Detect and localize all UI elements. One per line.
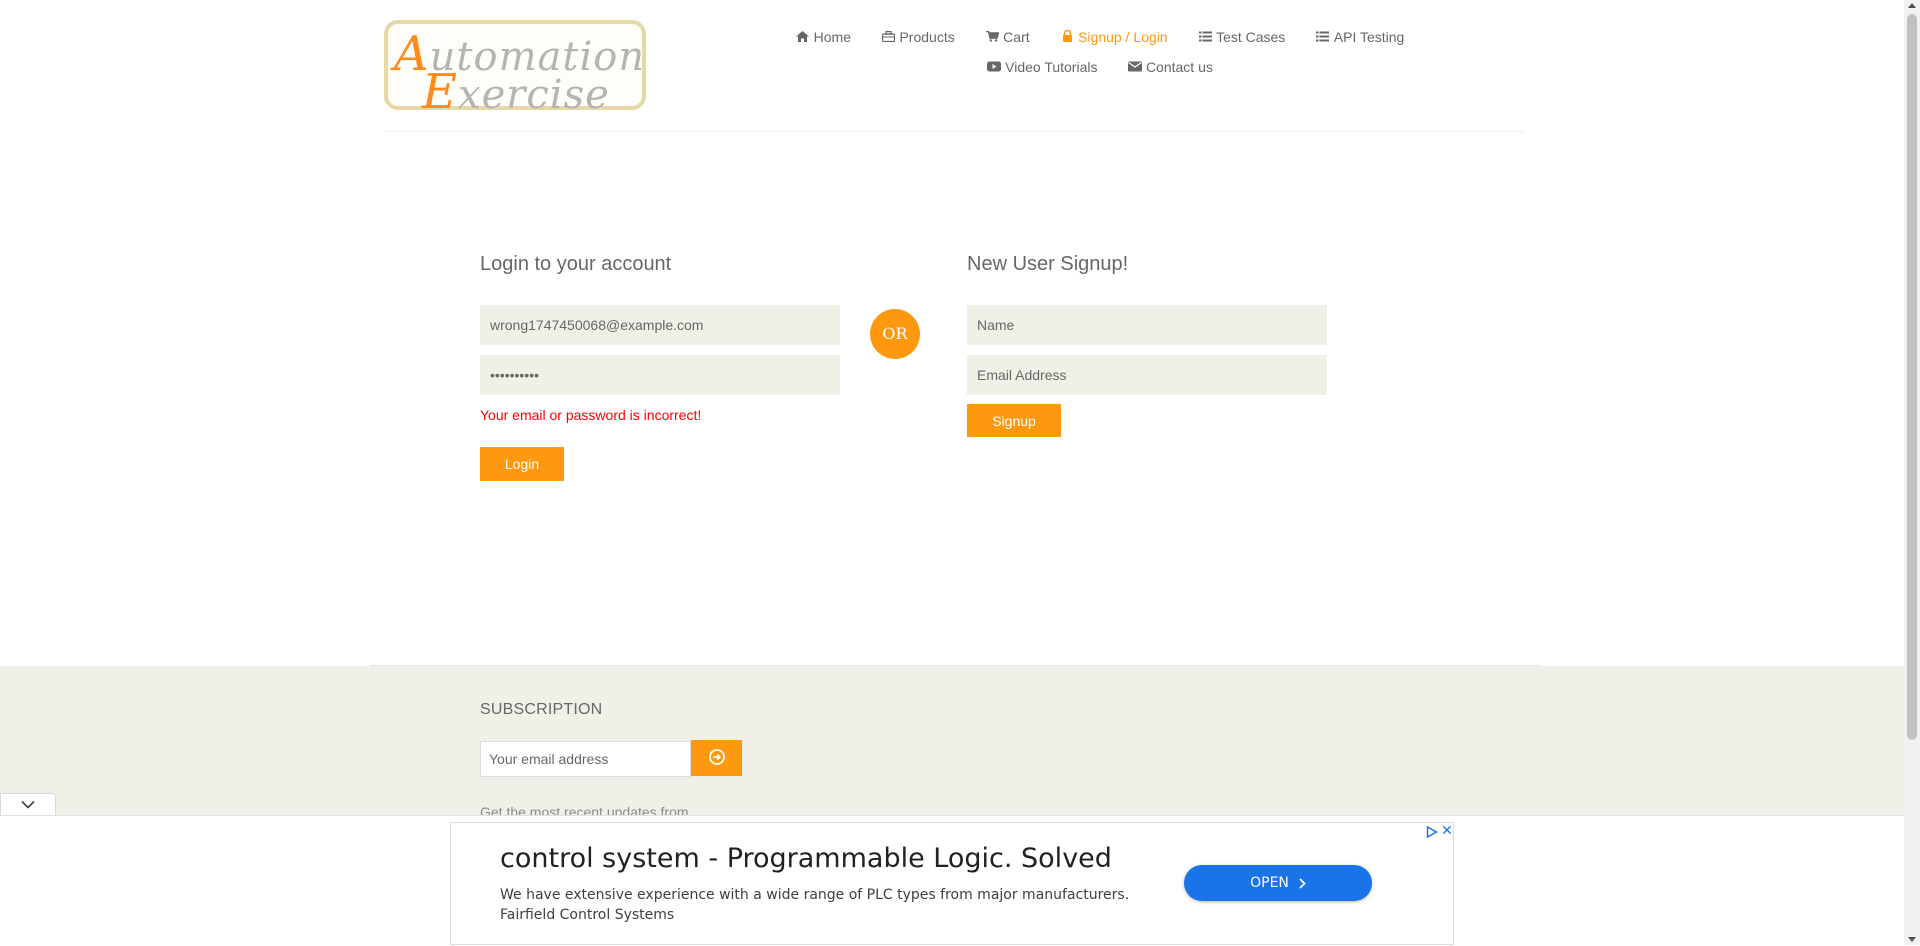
ad-title[interactable]: control system - Programmable Logic. Sol… bbox=[500, 843, 1112, 874]
nav-api-testing[interactable]: API Testing bbox=[1316, 29, 1405, 45]
chevron-right-icon bbox=[1299, 877, 1306, 889]
subscribe-button[interactable] bbox=[691, 740, 742, 776]
nav-video-tutorials[interactable]: Video Tutorials bbox=[987, 59, 1097, 75]
login-email-input[interactable] bbox=[480, 305, 840, 345]
ad-collapse-button[interactable] bbox=[0, 793, 56, 815]
lock-icon bbox=[1060, 29, 1074, 45]
logo-text-2: xercise bbox=[458, 72, 610, 118]
signup-title: New User Signup! bbox=[967, 253, 1129, 275]
nav-products[interactable]: Products bbox=[881, 29, 955, 45]
list-icon bbox=[1316, 31, 1330, 45]
site-logo[interactable]: Automation Exercise bbox=[384, 20, 646, 120]
ad-open-label: OPEN bbox=[1250, 875, 1289, 891]
cart-icon bbox=[985, 30, 1000, 45]
ad-description: We have extensive experience with a wide… bbox=[500, 887, 1130, 923]
nav-api-testing-label: API Testing bbox=[1333, 29, 1405, 45]
nav-home[interactable]: Home bbox=[796, 29, 851, 45]
nav-test-cases[interactable]: Test Cases bbox=[1198, 29, 1285, 45]
list-icon bbox=[1198, 31, 1212, 45]
nav-video-tutorials-label: Video Tutorials bbox=[1005, 59, 1098, 75]
ad-open-button[interactable]: OPEN bbox=[1184, 865, 1372, 901]
nav-cart-label: Cart bbox=[1003, 29, 1030, 45]
briefcase-icon bbox=[881, 31, 896, 45]
login-button[interactable]: Login bbox=[480, 447, 564, 481]
footer-divider bbox=[370, 665, 1540, 666]
nav-test-cases-label: Test Cases bbox=[1216, 29, 1286, 45]
nav-row-1: Home Products Cart Signup / Login Test C… bbox=[770, 29, 1430, 59]
scroll-down-arrow-icon[interactable] bbox=[1908, 937, 1916, 942]
scrollbar-thumb[interactable] bbox=[1907, 14, 1917, 740]
envelope-icon bbox=[1127, 61, 1142, 75]
nav-contact-us-label: Contact us bbox=[1145, 59, 1213, 75]
signup-name-input[interactable] bbox=[967, 305, 1327, 345]
main-navigation: Home Products Cart Signup / Login Test C… bbox=[770, 29, 1430, 89]
youtube-icon bbox=[987, 61, 1002, 75]
ad-close-icon[interactable]: ✕ bbox=[1441, 823, 1453, 837]
nav-contact-us[interactable]: Contact us bbox=[1127, 59, 1213, 75]
signup-button[interactable]: Signup bbox=[967, 404, 1061, 437]
page-scrollbar[interactable] bbox=[1904, 0, 1920, 945]
subscription-title: SUBSCRIPTION bbox=[480, 701, 603, 718]
login-title: Login to your account bbox=[480, 253, 672, 275]
logo-line-2: Exercise bbox=[422, 64, 610, 120]
header-divider bbox=[384, 131, 1524, 132]
nav-row-2: Video Tutorials Contact us bbox=[770, 59, 1430, 89]
ad-choices-icon[interactable] bbox=[1426, 825, 1439, 839]
nav-products-label: Products bbox=[899, 29, 955, 45]
circle-arrow-right-icon bbox=[708, 748, 725, 768]
footer bbox=[0, 666, 1904, 826]
nav-signup-login[interactable]: Signup / Login bbox=[1060, 29, 1168, 45]
nav-home-label: Home bbox=[813, 29, 852, 45]
or-divider: OR bbox=[870, 309, 920, 359]
nav-signup-login-label: Signup / Login bbox=[1078, 29, 1168, 45]
subscription-email-input[interactable] bbox=[480, 741, 691, 777]
login-password-input[interactable] bbox=[480, 355, 840, 395]
nav-cart[interactable]: Cart bbox=[985, 29, 1030, 45]
login-error-message: Your email or password is incorrect! bbox=[480, 407, 702, 423]
home-icon bbox=[796, 31, 810, 45]
site-header: Automation Exercise Home Products Cart S… bbox=[0, 0, 1904, 134]
scroll-up-arrow-icon[interactable] bbox=[1908, 3, 1916, 8]
chevron-down-icon bbox=[21, 796, 35, 814]
signup-email-input[interactable] bbox=[967, 355, 1327, 395]
logo-initial-e: E bbox=[422, 64, 459, 120]
ad-banner[interactable]: control system - Programmable Logic. Sol… bbox=[450, 822, 1454, 945]
